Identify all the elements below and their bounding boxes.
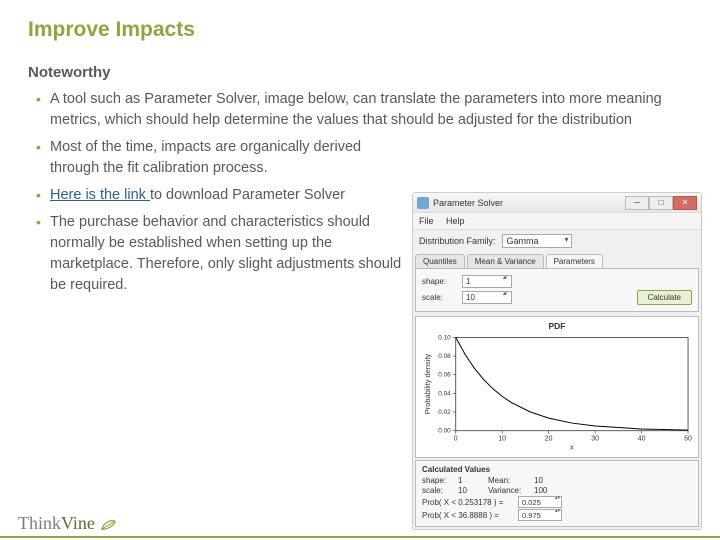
- scale-label: scale:: [422, 293, 456, 302]
- maximize-button[interactable]: □: [649, 196, 673, 210]
- svg-text:0.08: 0.08: [438, 353, 451, 360]
- list-item: A tool such as Parameter Solver, image b…: [50, 89, 692, 131]
- file-menu[interactable]: File: [419, 216, 434, 226]
- shape-input[interactable]: 1: [462, 275, 512, 288]
- brand-logo: ThinkVine: [18, 513, 117, 534]
- svg-text:0.00: 0.00: [438, 428, 451, 435]
- distribution-label: Distribution Family:: [419, 236, 496, 246]
- download-link[interactable]: Here is the link: [50, 187, 150, 203]
- page-title: Improve Impacts: [28, 18, 692, 42]
- svg-text:Probability density: Probability density: [423, 354, 432, 415]
- svg-text:10: 10: [498, 436, 506, 443]
- cv-scale-label: scale:: [422, 486, 458, 495]
- calculated-values-panel: Calculated Values shape: 1 Mean: 10 scal…: [415, 460, 699, 527]
- svg-text:x: x: [570, 443, 574, 451]
- cv-scale-value: 10: [458, 486, 488, 495]
- svg-text:0: 0: [454, 436, 458, 443]
- svg-text:0.06: 0.06: [438, 372, 451, 379]
- tab-quantiles[interactable]: Quantiles: [415, 254, 465, 268]
- cv-p1-input[interactable]: 0.025: [518, 496, 562, 508]
- cv-shape-label: shape:: [422, 476, 458, 485]
- pdf-plot: PDF 0 10 20 30 40 50 0.00 0.02 0.04 0.06 0.08 0.10 x…: [415, 316, 699, 458]
- shape-label: shape:: [422, 277, 456, 286]
- svg-text:0.04: 0.04: [438, 390, 451, 397]
- help-menu[interactable]: Help: [446, 216, 465, 226]
- list-item: Here is the link to download Parameter S…: [50, 185, 410, 206]
- cv-mean-label: Mean:: [488, 476, 534, 485]
- app-icon: [417, 197, 429, 209]
- minimize-button[interactable]: ─: [625, 196, 649, 210]
- cv-var-label: Variance:: [488, 486, 534, 495]
- plot-title: PDF: [420, 321, 694, 331]
- cv-p1-label: Prob( X < 0.253178 ) =: [422, 498, 518, 507]
- svg-text:30: 30: [591, 436, 599, 443]
- scale-input[interactable]: 10: [462, 291, 512, 304]
- cv-mean-value: 10: [534, 476, 568, 485]
- section-heading: Noteworthy: [28, 64, 692, 81]
- close-button[interactable]: ✕: [673, 196, 697, 210]
- calc-heading: Calculated Values: [422, 465, 692, 474]
- tab-mean-variance[interactable]: Mean & Variance: [467, 254, 544, 268]
- pdf-chart: 0 10 20 30 40 50 0.00 0.02 0.04 0.06 0.08 0.10 x Prob…: [420, 333, 694, 451]
- window-title: Parameter Solver: [433, 198, 503, 208]
- window-titlebar: Parameter Solver ─ □ ✕: [413, 193, 701, 213]
- list-item: Most of the time, impacts are organicall…: [50, 137, 410, 179]
- cv-shape-value: 1: [458, 476, 488, 485]
- leaf-icon: [99, 516, 117, 532]
- svg-text:0.10: 0.10: [438, 334, 451, 341]
- cv-p2-label: Prob( X < 36.8888 ) =: [422, 511, 518, 520]
- footer-rule: [0, 536, 720, 538]
- distribution-select[interactable]: Gamma: [502, 234, 572, 248]
- list-item: The purchase behavior and characteristic…: [50, 212, 410, 296]
- tab-parameters[interactable]: Parameters: [546, 254, 603, 268]
- parameter-solver-screenshot: Parameter Solver ─ □ ✕ File Help Distrib…: [412, 192, 702, 530]
- svg-text:50: 50: [684, 436, 692, 443]
- calculate-button[interactable]: Calculate: [637, 290, 692, 305]
- menubar: File Help: [413, 213, 701, 230]
- svg-text:20: 20: [545, 436, 553, 443]
- cv-p2-input[interactable]: 0.975: [518, 509, 562, 521]
- tab-panel: shape: 1 scale: 10 Calculate: [415, 268, 699, 312]
- svg-text:0.02: 0.02: [438, 409, 451, 416]
- svg-text:40: 40: [638, 436, 646, 443]
- cv-var-value: 100: [534, 486, 568, 495]
